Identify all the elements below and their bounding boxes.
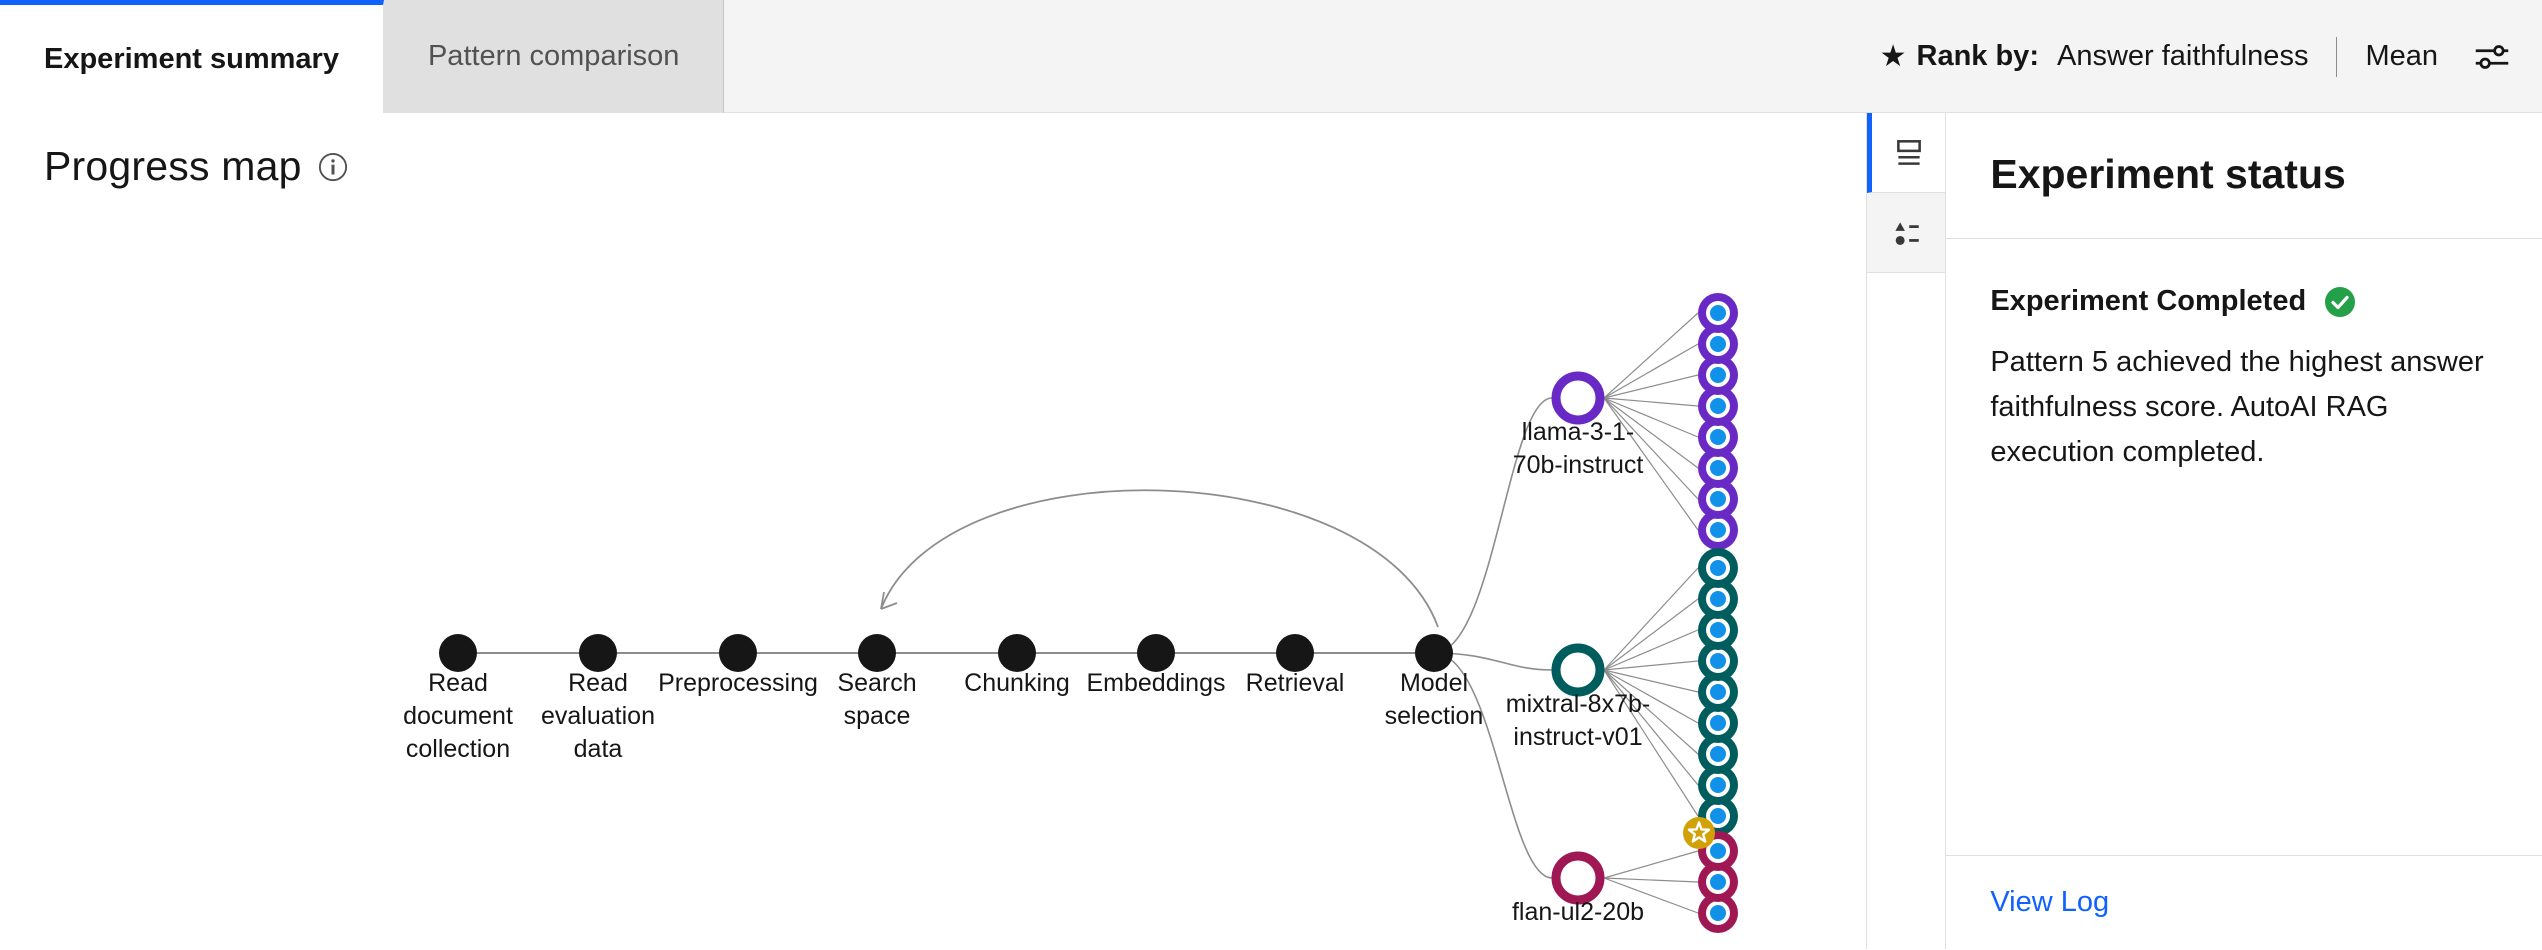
leaf-edge <box>1603 312 1699 399</box>
pipeline-node-label: space <box>844 702 911 730</box>
rank-controls: ★ Rank by: Answer faithfulness Mean <box>1880 0 2542 113</box>
leaf-edge <box>1603 877 1699 883</box>
aggregation-value[interactable]: Mean <box>2365 40 2438 73</box>
tab-experiment-summary[interactable]: Experiment summary <box>0 0 384 113</box>
status-description: Pattern 5 achieved the highest answer fa… <box>1990 346 2484 468</box>
leaf-edge <box>1603 397 1699 407</box>
rank-by-value[interactable]: Answer faithfulness <box>2057 40 2308 73</box>
legend-list-icon <box>1895 221 1920 245</box>
divider <box>2336 36 2338 77</box>
status-row: Experiment Completed <box>1990 285 2498 318</box>
view-log-link[interactable]: View Log <box>1990 886 2109 918</box>
pipeline-node-label: Chunking <box>964 669 1070 697</box>
leaf-edge <box>1603 397 1699 500</box>
pipeline-node[interactable] <box>858 634 896 672</box>
tab-pattern-comparison[interactable]: Pattern comparison <box>383 0 725 113</box>
rail-button-legend[interactable] <box>1867 193 1946 273</box>
pattern-node[interactable] <box>1698 548 1738 588</box>
pipeline-node-label: data <box>574 735 623 763</box>
star-icon: ★ <box>1879 39 1907 73</box>
leaf-edge <box>1603 850 1699 879</box>
model-hub-label: 70b-instruct <box>1513 451 1644 479</box>
pipeline-node-label: Embeddings <box>1087 669 1226 697</box>
tab-list: Experiment summary Pattern comparison <box>0 0 725 113</box>
pipeline-node-label: Read <box>428 669 488 697</box>
pipeline-node[interactable] <box>579 634 617 672</box>
pipeline-node-label: Retrieval <box>1246 669 1345 697</box>
pipeline-node-label: Model <box>1400 669 1468 697</box>
best-pattern-star-icon <box>1683 817 1715 849</box>
panel-rail <box>1866 113 1947 949</box>
progress-map-canvas: Progress map Read document collection Read e… <box>0 113 1867 949</box>
feedback-arrow <box>880 489 1439 628</box>
top-tab-bar: Experiment summary Pattern comparison ★ … <box>0 0 2542 113</box>
leaf-edge <box>1603 343 1699 399</box>
pipeline-node[interactable] <box>1415 634 1453 672</box>
progress-map-graph: Read document collection Read evaluation data… <box>403 293 1738 933</box>
pipeline-node-label: Search <box>837 669 916 697</box>
graph-edges <box>458 312 1699 914</box>
tab-label: Pattern comparison <box>427 40 680 72</box>
leaf-edge <box>1603 660 1699 671</box>
pipeline-node-label: evaluation <box>541 702 655 730</box>
feedback-arrow-head <box>880 591 898 610</box>
main-body: Progress map Read document collection Read e… <box>0 113 2542 949</box>
tab-label: Experiment summary <box>44 42 339 75</box>
panel-header: Experiment status <box>1946 113 2542 239</box>
pipeline-node-label: document <box>403 702 513 730</box>
leaf-edge <box>1603 567 1699 671</box>
pipeline-node-label: Preprocessing <box>658 669 818 697</box>
rail-button-summary[interactable] <box>1867 113 1946 193</box>
experiment-status-panel: Experiment status Experiment Completed P… <box>1946 113 2542 949</box>
panel-content: Experiment Completed Pattern 5 achieved … <box>1946 239 2542 855</box>
leaf-edge <box>1603 629 1699 671</box>
pipeline-node-label: collection <box>406 735 510 763</box>
checkmark-filled-icon <box>2325 286 2356 317</box>
leaf-edge <box>1603 374 1699 399</box>
pipeline-node-label: Read <box>568 669 628 697</box>
model-hub-label: instruct-v01 <box>1513 723 1642 751</box>
pipeline-node-label: selection <box>1385 702 1484 730</box>
graph-labels: Read document collection Read evaluation data… <box>403 418 1650 926</box>
pipeline-node[interactable] <box>719 634 757 672</box>
pipeline-node[interactable] <box>1137 634 1175 672</box>
pipeline-node[interactable] <box>998 634 1036 672</box>
pipeline-node[interactable] <box>439 634 477 672</box>
sliders-icon[interactable] <box>2472 37 2512 77</box>
status-title: Experiment Completed <box>1990 285 2307 317</box>
graph-nodes <box>439 293 1738 933</box>
model-hub-label: flan-ul2-20b <box>1512 898 1644 926</box>
panel-title: Experiment status <box>1990 151 2346 197</box>
pipeline-node[interactable] <box>1276 634 1314 672</box>
rank-by-label: Rank by: <box>1916 40 2039 72</box>
model-hub-label: llama-3-1- <box>1522 418 1635 446</box>
leaf-edge <box>1603 669 1699 693</box>
pattern-node[interactable] <box>1698 293 1738 333</box>
panel-footer: View Log <box>1946 855 2542 949</box>
model-hub-node[interactable] <box>1551 643 1605 697</box>
leaf-edge <box>1603 598 1699 671</box>
model-hub-node[interactable] <box>1551 371 1605 425</box>
model-hub-label: mixtral-8x7b- <box>1506 690 1650 718</box>
summary-panel-icon <box>1896 139 1921 165</box>
model-hub-node[interactable] <box>1551 851 1605 905</box>
